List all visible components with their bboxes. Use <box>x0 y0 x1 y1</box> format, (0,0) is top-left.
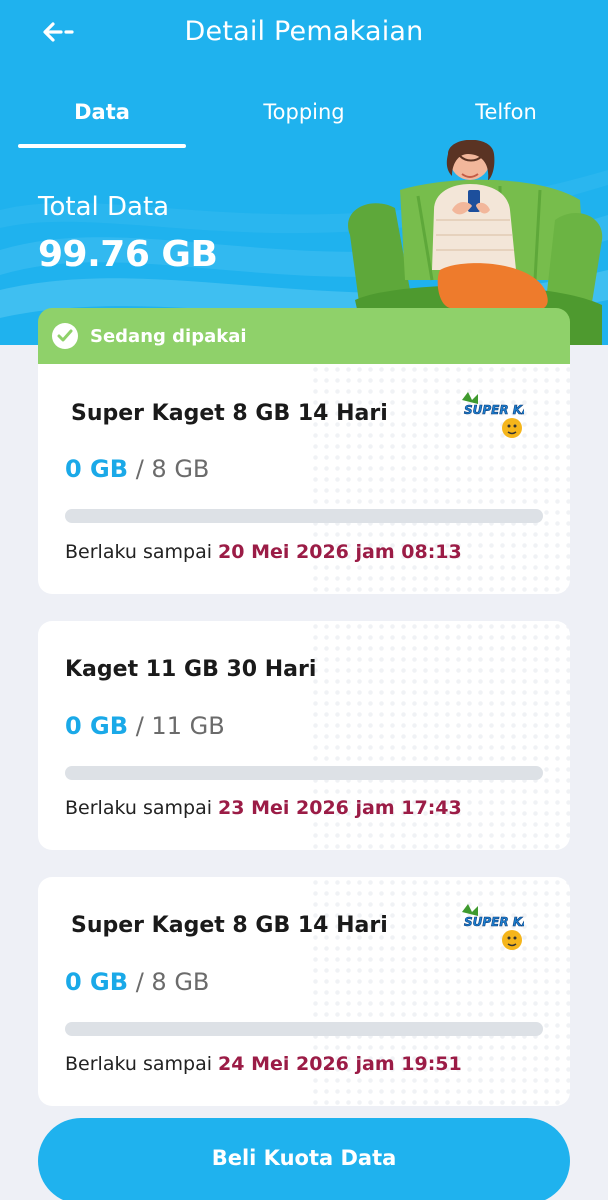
package-card[interactable]: Super Kaget 8 GB 14 Hari SUPER KAGET 0 G… <box>38 364 570 594</box>
page-title: Detail Pemakaian <box>184 16 424 47</box>
usage-separator: / <box>135 712 144 740</box>
buy-data-quota-button[interactable]: Beli Kuota Data <box>38 1118 570 1200</box>
package-card[interactable]: Super Kaget 8 GB 14 Hari SUPER KAGET 0 G… <box>38 877 570 1106</box>
package-card[interactable]: Kaget 11 GB 30 Hari 0 GB / 11 GB Berlaku… <box>38 621 570 850</box>
top-bar: Detail Pemakaian <box>0 0 608 64</box>
quota-amount: 11 GB <box>151 712 225 740</box>
valid-until: Berlaku sampai 23 Mei 2026 jam 17:43 <box>65 797 462 819</box>
usage-text: 0 GB / 11 GB <box>65 712 225 740</box>
package-name: Super Kaget 8 GB 14 Hari <box>71 401 388 426</box>
svg-text:SUPER KAGET: SUPER KAGET <box>464 403 524 417</box>
tab-data[interactable]: Data <box>18 90 186 146</box>
used-amount: 0 GB <box>65 968 129 996</box>
usage-progress-bar <box>65 1022 543 1036</box>
package-name: Kaget 11 GB 30 Hari <box>65 657 317 682</box>
in-use-banner: Sedang dipakai <box>38 308 570 364</box>
total-data-value: 99.76 GB <box>38 234 218 275</box>
usage-progress-bar <box>65 509 543 523</box>
used-amount: 0 GB <box>65 712 129 740</box>
valid-date: 20 Mei 2026 jam 08:13 <box>218 541 462 563</box>
in-use-label: Sedang dipakai <box>90 325 247 347</box>
valid-until: Berlaku sampai 20 Mei 2026 jam 08:13 <box>65 541 462 563</box>
super-kaget-logo: SUPER KAGET <box>462 392 524 438</box>
valid-date: 24 Mei 2026 jam 19:51 <box>218 1053 462 1075</box>
quota-amount: 8 GB <box>151 455 210 483</box>
total-data-label: Total Data <box>38 192 170 222</box>
usage-text: 0 GB / 8 GB <box>65 968 209 996</box>
usage-separator: / <box>135 968 144 996</box>
check-circle-icon <box>52 323 78 349</box>
svg-text:SUPER KAGET: SUPER KAGET <box>464 915 524 929</box>
package-name: Super Kaget 8 GB 14 Hari <box>71 913 388 938</box>
valid-prefix: Berlaku sampai <box>65 541 212 563</box>
header: Detail Pemakaian Data Topping Telfon Tot… <box>0 0 608 345</box>
usage-separator: / <box>135 455 144 483</box>
tab-topping[interactable]: Topping <box>220 90 388 146</box>
used-amount: 0 GB <box>65 455 129 483</box>
valid-prefix: Berlaku sampai <box>65 1053 212 1075</box>
active-tab-indicator <box>18 144 186 148</box>
valid-date: 23 Mei 2026 jam 17:43 <box>218 797 462 819</box>
usage-text: 0 GB / 8 GB <box>65 455 209 483</box>
usage-progress-bar <box>65 766 543 780</box>
valid-until: Berlaku sampai 24 Mei 2026 jam 19:51 <box>65 1053 462 1075</box>
quota-amount: 8 GB <box>151 968 210 996</box>
super-kaget-logo: SUPER KAGET <box>462 904 524 950</box>
tab-telfon[interactable]: Telfon <box>422 90 590 146</box>
valid-prefix: Berlaku sampai <box>65 797 212 819</box>
